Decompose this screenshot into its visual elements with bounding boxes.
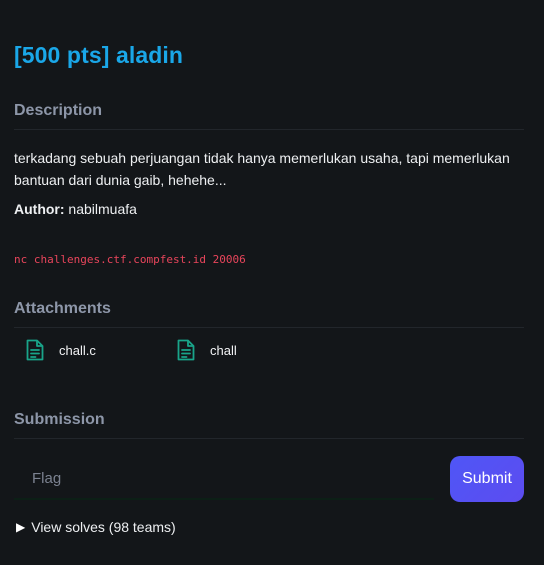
triangle-right-icon: ▶ (16, 520, 26, 534)
author-line: Author: nabilmuafa (14, 199, 137, 219)
file-icon (177, 339, 195, 361)
attachment-chall-c[interactable]: chall.c (25, 339, 96, 361)
flag-field-wrapper (14, 458, 434, 500)
attachment-name: chall.c (59, 342, 96, 358)
description-heading: Description (14, 102, 524, 130)
submit-button[interactable]: Submit (450, 456, 524, 502)
author-name: nabilmuafa (64, 201, 137, 217)
attachment-name: chall (210, 342, 237, 358)
challenge-title: [500 pts] aladin (14, 42, 184, 68)
author-label: Author: (14, 201, 65, 217)
attachments-heading: Attachments (14, 300, 524, 328)
flag-input[interactable] (14, 458, 434, 498)
connection-command: nc challenges.ctf.compfest.id 20006 (14, 253, 246, 266)
description-text: terkadang sebuah perjuangan tidak hanya … (14, 150, 510, 188)
view-solves-toggle[interactable]: ▶ View solves (98 teams) (16, 519, 176, 535)
view-solves-label: View solves (98 teams) (31, 519, 176, 535)
file-icon (26, 339, 44, 361)
submission-heading: Submission (14, 411, 524, 439)
attachment-chall[interactable]: chall (176, 339, 237, 361)
